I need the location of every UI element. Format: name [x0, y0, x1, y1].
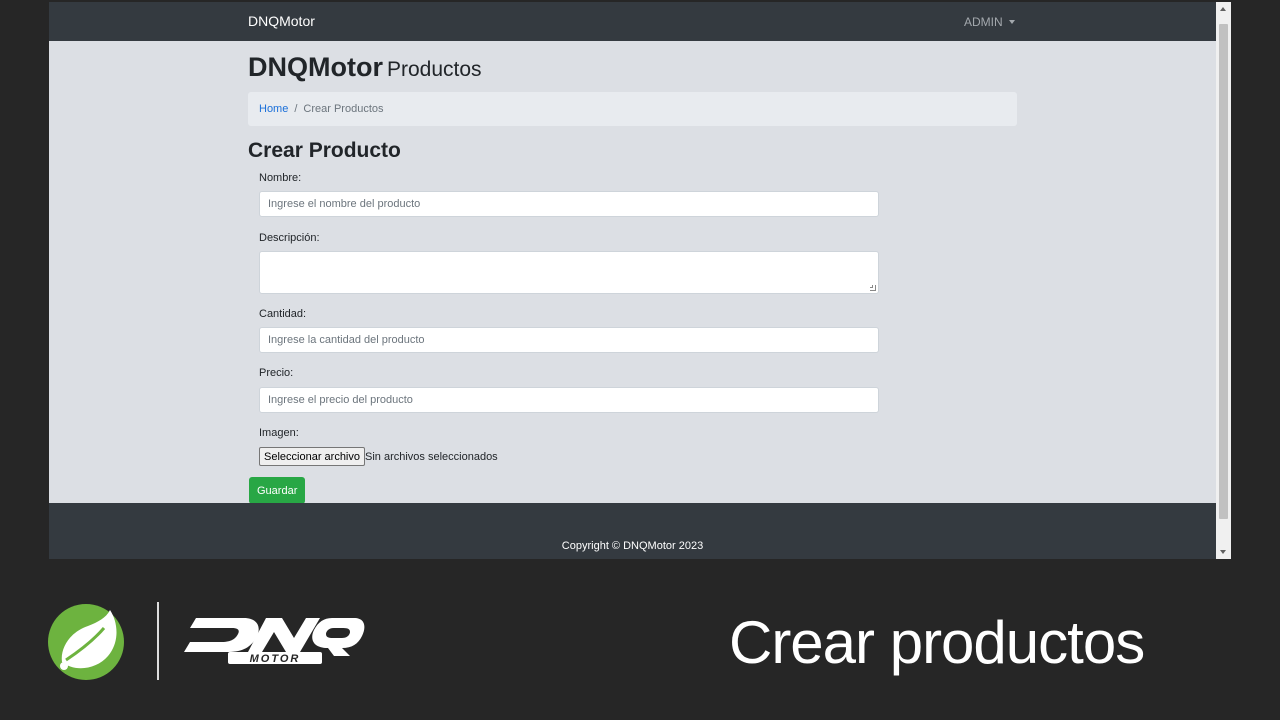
form-title: Crear Producto: [248, 139, 401, 162]
footer-copyright: Copyright © DNQMotor 2023: [561, 540, 704, 552]
precio-placeholder: Ingrese el precio del producto: [268, 394, 413, 406]
scroll-up-icon[interactable]: [1220, 7, 1226, 11]
page-title: DNQMotor Productos: [248, 52, 482, 83]
resize-grip-icon[interactable]: [870, 285, 876, 291]
scroll-down-icon[interactable]: [1220, 550, 1226, 554]
breadcrumb-current: Crear Productos: [303, 103, 384, 115]
descripcion-label: Descripción:: [259, 232, 320, 244]
precio-label: Precio:: [259, 367, 294, 379]
precio-input[interactable]: Ingrese el precio del producto: [259, 387, 879, 413]
scroll-thumb[interactable]: [1219, 24, 1228, 519]
cantidad-input[interactable]: Ingrese la cantidad del producto: [259, 327, 879, 353]
descripcion-textarea[interactable]: [259, 251, 879, 294]
file-status: Sin archivos seleccionados: [365, 451, 498, 463]
nombre-placeholder: Ingrese el nombre del producto: [268, 198, 421, 210]
nombre-input[interactable]: Ingrese el nombre del producto: [259, 191, 879, 217]
browser-viewport: DNQMotor ADMIN DNQMotor Productos Home / …: [49, 2, 1231, 559]
cantidad-placeholder: Ingrese la cantidad del producto: [268, 334, 425, 346]
slide-caption: Crear productos: [729, 609, 1145, 676]
page-title-main: DNQMotor: [248, 52, 383, 82]
nombre-label: Nombre:: [259, 172, 302, 184]
save-button[interactable]: Guardar: [249, 477, 306, 504]
breadcrumb: Home / Crear Productos: [248, 92, 1017, 126]
user-menu-dropdown[interactable]: ADMIN: [964, 15, 1015, 29]
scrollbar[interactable]: [1216, 2, 1231, 559]
user-menu-label: ADMIN: [964, 15, 1003, 29]
cantidad-label: Cantidad:: [259, 308, 307, 320]
imagen-label: Imagen:: [259, 427, 299, 439]
breadcrumb-separator: /: [294, 103, 298, 115]
file-select-button[interactable]: Seleccionar archivo: [259, 447, 365, 466]
breadcrumb-home-link[interactable]: Home: [259, 103, 288, 115]
page-title-sub: Productos: [386, 58, 482, 81]
dnq-motor-logo: MOTOR: [184, 618, 365, 664]
spring-leaf-icon: [48, 604, 124, 680]
svg-text:MOTOR: MOTOR: [250, 653, 301, 664]
footer: Copyright © DNQMotor 2023: [49, 503, 1216, 559]
navbar: DNQMotor ADMIN: [49, 2, 1216, 41]
navbar-brand[interactable]: DNQMotor: [248, 13, 315, 29]
caret-down-icon: [1008, 20, 1015, 24]
logo-divider: [157, 602, 159, 680]
